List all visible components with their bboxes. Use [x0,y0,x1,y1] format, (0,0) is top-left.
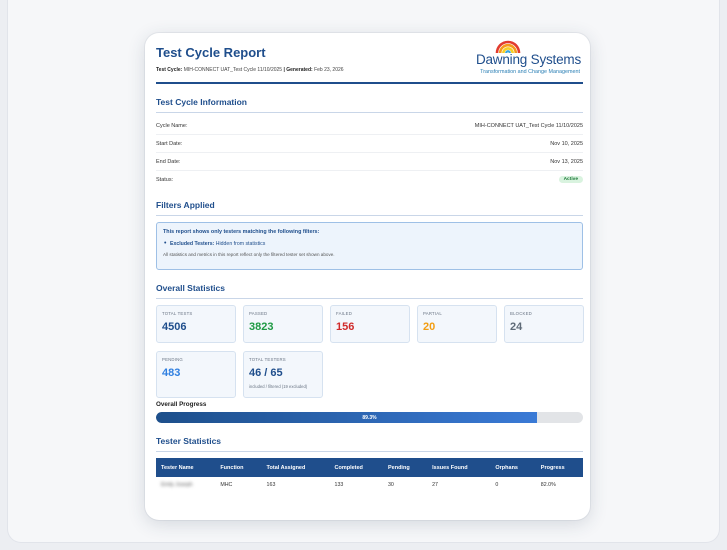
stat-value: 3823 [249,321,274,333]
info-value: Nov 10, 2025 [550,141,583,147]
tester-stats-table: Tester Name Function Total Assigned Comp… [156,458,583,493]
stat-card-total-testers: Total Testers 46 / 65 included / filtere… [243,351,323,398]
report-header: Test Cycle Report Test Cycle: MIH-CONNEC… [156,33,583,84]
generated-value: Feb 23, 2026 [314,67,344,73]
stat-value: 483 [162,367,181,379]
stat-label: Total Tests [162,311,193,316]
col-progress: Progress [535,458,583,477]
info-row-end-date: End Date: Nov 13, 2025 [156,153,583,171]
tester-stats-title: Tester Statistics [156,436,583,452]
info-row-status: Status: Active [156,171,583,189]
stat-label: Partial [423,311,442,316]
cell-tester-name: Emily Joseph [161,482,193,488]
stat-value: 24 [510,321,523,333]
stat-value: 46 / 65 [249,367,283,379]
report-meta: Test Cycle: MIH-CONNECT UAT_Test Cycle 1… [156,67,344,73]
stat-value: 4506 [162,321,187,333]
cycle-value: MIH-CONNECT UAT_Test Cycle 11/10/2025 [183,67,283,73]
stat-value: 20 [423,321,436,333]
table-header-row: Tester Name Function Total Assigned Comp… [156,458,583,477]
logo-name: Dawning Systems [475,52,581,67]
info-row-start-date: Start Date: Nov 10, 2025 [156,135,583,153]
overall-section: Overall Statistics Total Tests 4506 Pass… [156,283,584,423]
filters-title: Filters Applied [156,200,583,216]
cycle-info-section: Test Cycle Information Cycle Name: MIH-C… [156,97,583,189]
filters-intro: This report shows only testers matching … [163,229,320,235]
progress-bar: 89.3% [156,412,583,423]
col-completed: Completed [329,458,383,477]
cell-issues-found: 27 [432,482,439,488]
stat-label: Passed [249,311,268,316]
logo-tagline: Transformation and Change Management [480,69,580,75]
col-issues-found: Issues Found [427,458,491,477]
col-tester-name: Tester Name [156,458,216,477]
filters-section: Filters Applied This report shows only t… [156,200,583,270]
cycle-info-title: Test Cycle Information [156,97,583,113]
stat-card-total-tests: Total Tests 4506 [156,305,236,343]
cell-function: MHC [220,482,233,488]
filter-item: Excluded Testers: Hidden from statistics [163,240,576,247]
stat-card-pending: Pending 483 [156,351,236,398]
stat-label: Pending [162,357,183,362]
cell-pending: 30 [387,482,394,488]
tester-stats-section: Tester Statistics Tester Name Function T… [156,436,583,493]
stat-label: Total Testers [249,357,286,362]
cell-completed: 133 [334,482,344,488]
cell-orphans: 0 [495,482,499,488]
info-value: MIH-CONNECT UAT_Test Cycle 11/10/2025 [474,123,583,129]
rainbow-logo-icon [495,40,521,53]
stat-card-blocked: Blocked 24 [504,305,584,343]
info-label: Status: [156,177,174,183]
generated-label: Generated: [286,67,313,73]
report-document: Test Cycle Report Test Cycle: MIH-CONNEC… [156,33,584,493]
filters-note: All statistics and metrics in this repor… [163,252,335,257]
info-value: Nov 13, 2025 [550,159,583,165]
stat-value: 156 [336,321,355,333]
overall-title: Overall Statistics [156,283,583,299]
status-badge-wrap: Active [558,176,583,183]
stat-card-failed: Failed 156 [330,305,410,343]
company-logo: Dawning Systems Transformation and Chang… [469,39,581,79]
filters-box: This report shows only testers matching … [156,222,583,270]
info-label: Start Date: [156,141,183,147]
progress-text: 89.3% [362,414,377,421]
stat-label: Blocked [510,311,532,316]
col-pending: Pending [382,458,428,477]
stats-grid: Total Tests 4506 Passed 3823 Failed 156 … [156,305,584,401]
report-card: Test Cycle Report Test Cycle: MIH-CONNEC… [145,33,590,520]
cycle-label: Test Cycle: [156,67,183,73]
cycle-info-list: Cycle Name: MIH-CONNECT UAT_Test Cycle 1… [156,117,583,189]
stat-card-passed: Passed 3823 [243,305,323,343]
filter-item-value: Hidden from statistics [215,241,266,247]
stat-sub: included / filtered (19 excluded) [249,384,308,389]
cell-total-assigned: 163 [266,482,276,488]
col-total-assigned: Total Assigned [261,458,330,477]
stat-label: Failed [336,311,353,316]
cell-progress: 82.0% [540,482,556,488]
col-function: Function [215,458,262,477]
filter-item-label: Excluded Testers: [170,241,215,247]
progress-label: Overall Progress [156,401,207,408]
stat-card-partial: Partial 20 [417,305,497,343]
report-title: Test Cycle Report [156,45,266,60]
table-row: Emily Joseph MHC 163 133 30 27 0 82.0% [156,477,583,493]
info-label: Cycle Name: [156,123,188,129]
status-badge: Active [558,176,583,183]
col-orphans: Orphans [490,458,536,477]
info-label: End Date: [156,159,181,165]
info-row-cycle-name: Cycle Name: MIH-CONNECT UAT_Test Cycle 1… [156,117,583,135]
